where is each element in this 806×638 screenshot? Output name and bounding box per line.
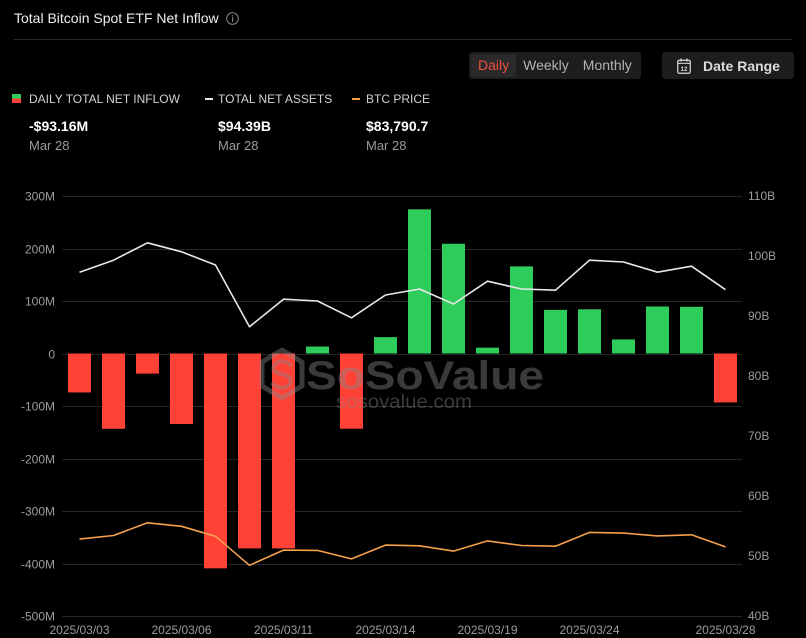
chart-title: Total Bitcoin Spot ETF Net Inflow — [14, 10, 219, 26]
tab-weekly[interactable]: Weekly — [516, 54, 576, 77]
y-left-tick-label: 300M — [25, 190, 55, 204]
y-left-tick-label: 200M — [25, 243, 55, 257]
watermark: SoSoValuesosovalue.com — [259, 347, 544, 413]
y-left-tick-label: -300M — [21, 505, 55, 519]
x-tick-label: 2025/03/06 — [151, 623, 211, 637]
period-tabs: Daily Weekly Monthly — [469, 52, 641, 79]
y-right-tick-label: 70B — [748, 429, 769, 443]
calendar-icon-ring-right — [686, 58, 688, 61]
inflow-bar-negative — [102, 353, 125, 429]
inflow-bar-positive — [646, 306, 669, 354]
legend-date: Mar 28 — [29, 138, 70, 153]
info-icon-stem — [232, 17, 234, 22]
legend-label: DAILY TOTAL NET INFLOW — [29, 92, 180, 106]
y-right-tick-label: 40B — [748, 609, 769, 623]
inflow-bar-positive — [408, 209, 431, 354]
net-assets-line — [79, 242, 726, 328]
legend-date: Mar 28 — [218, 138, 259, 153]
y-right-tick-label: 90B — [748, 309, 769, 323]
etf-net-inflow-widget: 300M 200M 100M 0 -100M -200M -300M -400M -500M 11… — [0, 0, 806, 638]
y-right-tick-label: 60B — [748, 489, 769, 503]
legend-marker-net-assets — [205, 98, 213, 100]
y-left-tick-label: -500M — [21, 610, 55, 624]
legend-item-btc-price[interactable]: BTC PRICE $83,790.7 Mar 28 — [352, 92, 502, 154]
calendar-icon-day: 12 — [681, 65, 688, 72]
watermark-url: sosovalue.com — [336, 392, 472, 413]
y-left-tick-label: -100M — [21, 400, 55, 414]
date-range-label: Date Range — [703, 57, 781, 74]
legend-item-daily-net-inflow[interactable]: DAILY TOTAL NET INFLOW -$93.16M Mar 28 — [12, 92, 180, 154]
inflow-bar-negative — [170, 353, 193, 425]
btc-price-line — [79, 521, 726, 567]
inflow-bar-positive — [680, 306, 703, 354]
legend-label: BTC PRICE — [366, 92, 431, 106]
legend-value: $94.39B — [218, 118, 271, 134]
header-divider — [14, 39, 792, 40]
y-left-tick-label: 0 — [48, 348, 55, 362]
legend-date: Mar 28 — [366, 138, 407, 153]
inflow-bar-positive — [544, 309, 567, 354]
info-icon[interactable] — [226, 12, 239, 25]
calendar-icon-ring-left — [680, 58, 682, 61]
inflow-bar-negative — [238, 353, 261, 549]
inflow-bar-negative — [68, 353, 91, 393]
y-left-tick-label: -400M — [21, 558, 55, 572]
x-tick-label: 2025/03/28 — [695, 623, 755, 637]
inflow-bar-positive — [374, 337, 397, 354]
inflow-bar-positive — [306, 346, 329, 354]
legend-value: -$93.16M — [29, 118, 89, 134]
x-tick-label: 2025/03/24 — [559, 623, 619, 637]
info-icon-dot — [232, 15, 234, 17]
x-tick-label: 2025/03/11 — [254, 623, 313, 637]
inflow-bar-negative — [136, 353, 159, 374]
calendar-icon: 12 — [677, 58, 691, 74]
x-tick-label: 2025/03/19 — [457, 623, 517, 637]
y-left-tick-label: 100M — [25, 295, 55, 309]
legend-value: $83,790.7 — [366, 118, 429, 134]
legend-marker-inflow — [12, 94, 21, 103]
legend-marker-btc-price — [352, 98, 360, 100]
inflow-bar-positive — [612, 339, 635, 354]
legend-label: TOTAL NET ASSETS — [218, 92, 333, 106]
inflow-bar-negative — [714, 353, 737, 403]
date-range-button[interactable]: 12 Date Range — [662, 52, 794, 79]
y-right-tick-label: 110B — [748, 189, 775, 203]
x-tick-label: 2025/03/14 — [355, 623, 415, 637]
inflow-bar-positive — [578, 309, 601, 354]
inflow-bar-positive — [476, 347, 499, 354]
y-left-tick-label: -200M — [21, 453, 55, 467]
legend-item-total-net-assets[interactable]: TOTAL NET ASSETS $94.39B Mar 28 — [205, 92, 355, 154]
y-right-tick-label: 50B — [748, 549, 769, 563]
tab-monthly[interactable]: Monthly — [576, 54, 639, 77]
tab-daily[interactable]: Daily — [471, 54, 517, 77]
y-right-tick-label: 100B — [748, 249, 776, 263]
inflow-bar-positive — [510, 266, 533, 354]
y-right-tick-label: 80B — [748, 369, 769, 383]
x-tick-label: 2025/03/03 — [49, 623, 109, 637]
